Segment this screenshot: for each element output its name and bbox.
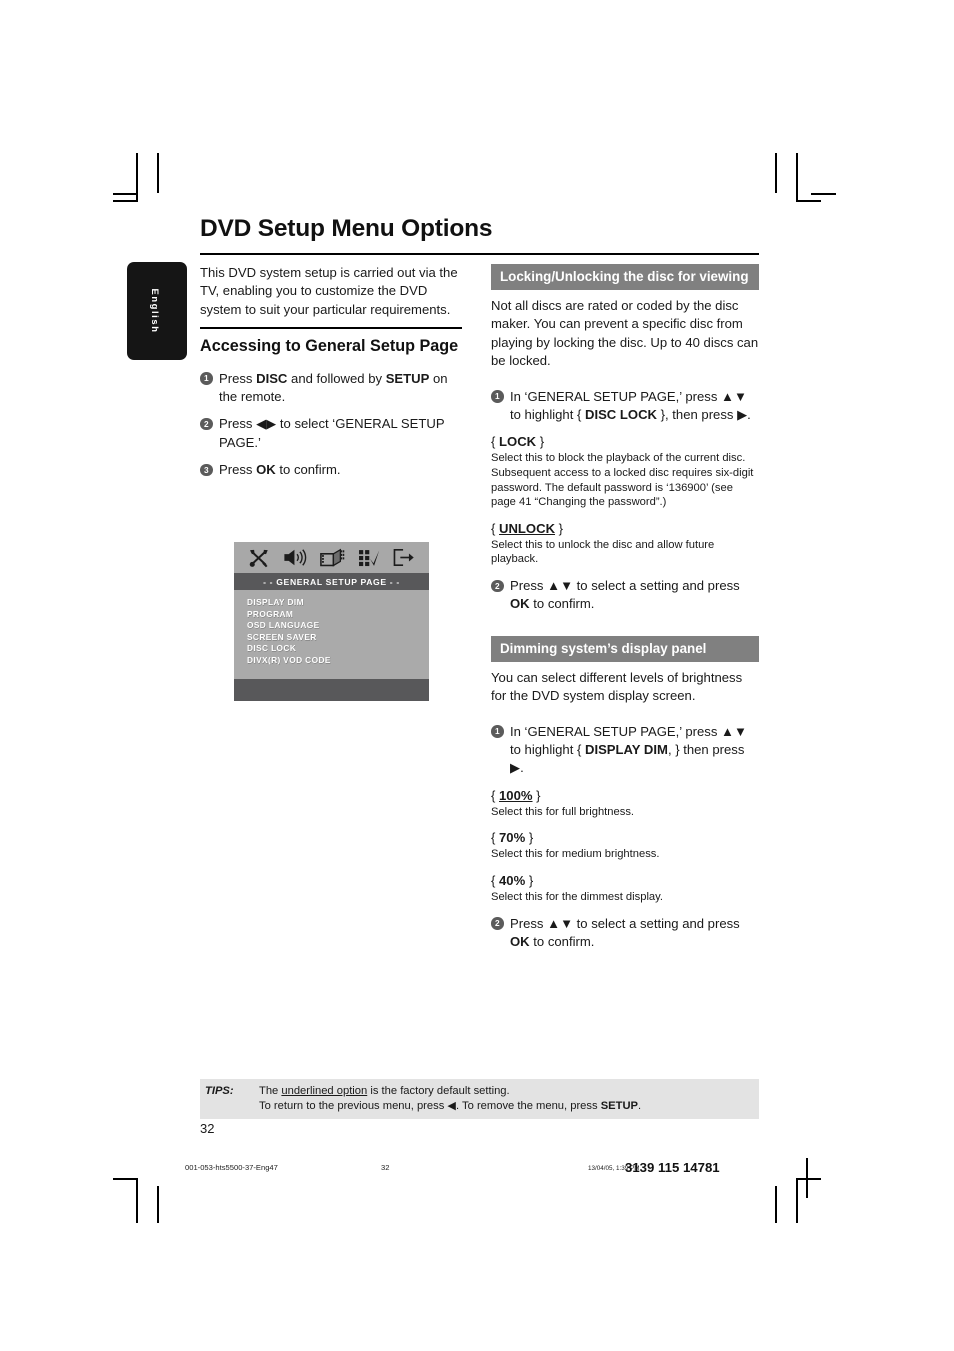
step-item: 2 Press ▲▼ to select a setting and press… [491,577,759,614]
step-number: 1 [200,372,213,385]
step-number: 2 [491,917,504,930]
locking-intro: Not all discs are rated or coded by the … [491,298,759,369]
right-column: Locking/Unlocking the disc for viewing N… [491,264,759,960]
tips-line2: To return to the previous menu, press ◀.… [259,1100,642,1113]
osd-menu-item[interactable]: DISPLAY DIM [247,597,429,609]
step-number: 3 [200,463,213,477]
left-column: This DVD system setup is carried out via… [200,264,462,489]
language-tab: English [127,262,187,360]
step-text: Press ▲▼ to select a setting and press O… [510,578,740,612]
step-item: 2 Press ▲▼ to select a setting and press… [491,915,759,952]
step-number: 1 [491,390,504,403]
page-header: DVD Setup Menu Options [200,215,759,256]
crop-mark-tl-h2 [113,193,138,195]
speaker-icon [283,548,307,567]
option-name-70: { 70% } [491,830,534,846]
crop-mark-tr-h [796,200,821,202]
page-number: 32 [200,1121,215,1136]
osd-icon-bar [234,542,429,573]
step-number: 1 [491,725,504,738]
step-item: 2 Press ◀▶ to select ‘GENERAL SETUP PAGE… [200,415,462,452]
crop-mark-tl-h [113,200,138,202]
step-text: Press ◀▶ to select ‘GENERAL SETUP PAGE.’ [219,416,445,450]
print-product-code: 3139 115 14781 [625,1160,720,1175]
crop-mark-tl-v [136,153,138,202]
page-title: DVD Setup Menu Options [200,215,493,242]
osd-title: - - GENERAL SETUP PAGE - - [234,573,429,590]
osd-menu-item[interactable]: OSD LANGUAGE [247,620,429,632]
step-text: Press ▲▼ to select a setting and press O… [510,915,740,950]
osd-screenshot: - - GENERAL SETUP PAGE - - DISPLAY DIM P… [234,542,429,701]
crop-mark-tl-v2 [157,153,159,193]
option-name-40: { 40% } [491,873,534,889]
crop-mark-tr-v [796,153,798,202]
option-desc-lock: Select this to block the playback of the… [491,452,754,509]
option-name-unlock: { UNLOCK } [491,520,564,536]
section-divider [200,327,462,329]
osd-menu-item[interactable]: DISC LOCK [247,643,429,655]
option-desc-unlock: Select this to unlock the disc and allow… [491,538,715,566]
option-desc-100: Select this for full brightness. [491,805,635,818]
step-text: Press OK to confirm. [219,462,341,478]
preferences-icon [358,548,380,567]
tips-line1: The underlined option is the factory def… [259,1085,510,1097]
crop-mark-tr-h2 [811,193,836,195]
osd-menu-item[interactable]: PROGRAM [247,609,429,621]
step-item: 3 Press OK to confirm. [200,461,462,479]
step-item: 1 In ‘GENERAL SETUP PAGE,’ press ▲▼ to h… [491,388,759,425]
section-heading-accessing: Accessing to General Setup Page [200,336,459,355]
print-footer: 001-053-hts5500-37-Eng47 32 13/04/05, 1:… [0,1160,954,1193]
osd-menu-item[interactable]: SCREEN SAVER [247,632,429,644]
tips-label-spacer [200,1099,259,1114]
option-name-100: { 100% } [491,787,541,803]
step-text: Press DISC and followed by SETUP on the … [219,370,448,405]
step-item: 1 Press DISC and followed by SETUP on th… [200,370,462,407]
print-filename: 001-053-hts5500-37-Eng47 [185,1163,278,1172]
tips-label: TIPS: [205,1085,234,1097]
osd-status-bar [234,679,429,701]
print-page-number: 32 [381,1163,390,1172]
step-item: 1 In ‘GENERAL SETUP PAGE,’ press ▲▼ to h… [491,723,759,778]
option-desc-70: Select this for medium brightness. [491,848,660,861]
crop-mark-tr-v2 [775,153,777,193]
title-divider [200,253,759,256]
video-icon [320,548,345,567]
language-tab-label: English [149,288,161,334]
option-name-lock: { LOCK } [491,434,545,450]
tips-box: TIPS: The underlined option is the facto… [200,1079,759,1120]
osd-menu-list: DISPLAY DIM PROGRAM OSD LANGUAGE SCREEN … [234,590,429,667]
section-band-locking: Locking/Unlocking the disc for viewing [491,264,759,290]
tips-line: TIPS: The underlined option is the facto… [200,1084,759,1099]
step-number: 2 [200,417,213,431]
tools-icon [248,548,270,568]
dimming-intro: You can select different levels of brigh… [491,669,743,704]
osd-menu-item[interactable]: DIVX(R) VOD CODE [247,655,429,667]
section-band-dimming: Dimming system’s display panel [491,635,759,662]
step-text: In ‘GENERAL SETUP PAGE,’ press ▲▼ to hig… [510,723,747,776]
tips-line: To return to the previous menu, press ◀.… [200,1099,759,1114]
exit-icon [393,548,415,567]
step-number: 2 [491,579,504,592]
step-text: In ‘GENERAL SETUP PAGE,’ press ▲▼ to hig… [510,388,751,423]
option-desc-40: Select this for the dimmest display. [491,891,664,904]
intro-paragraph: This DVD system setup is carried out via… [200,265,458,317]
